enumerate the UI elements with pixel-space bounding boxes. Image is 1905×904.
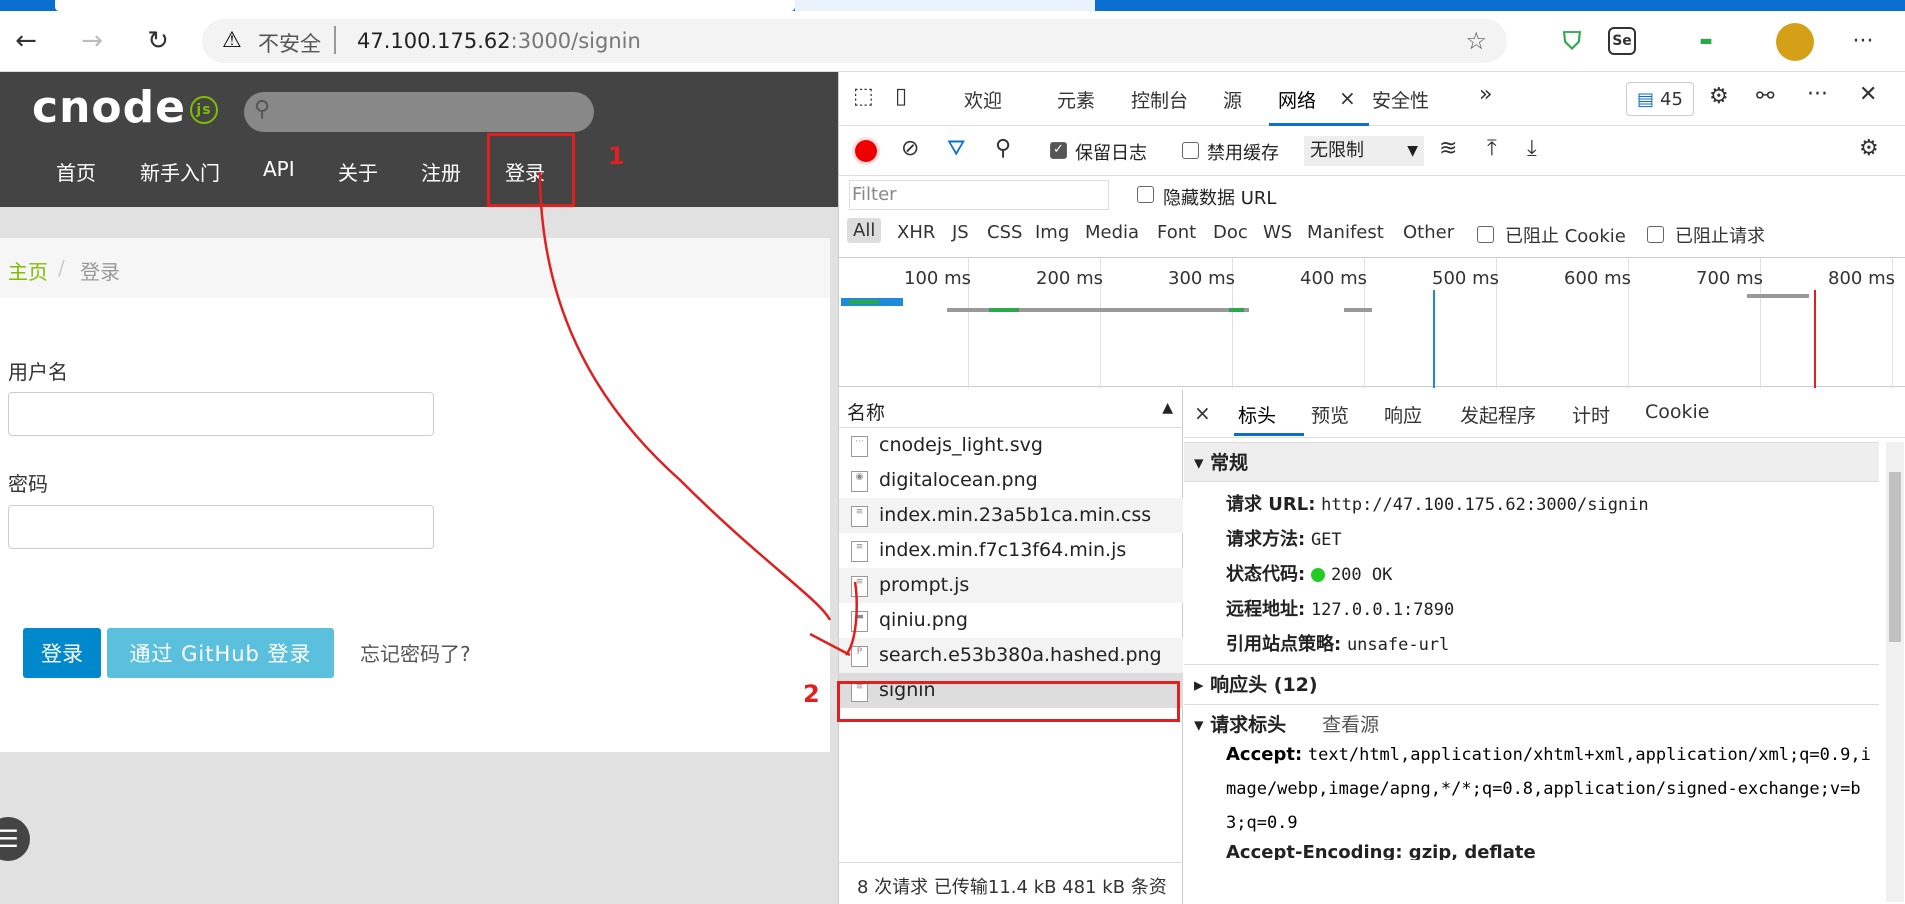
annotation-arrow (538, 171, 858, 657)
